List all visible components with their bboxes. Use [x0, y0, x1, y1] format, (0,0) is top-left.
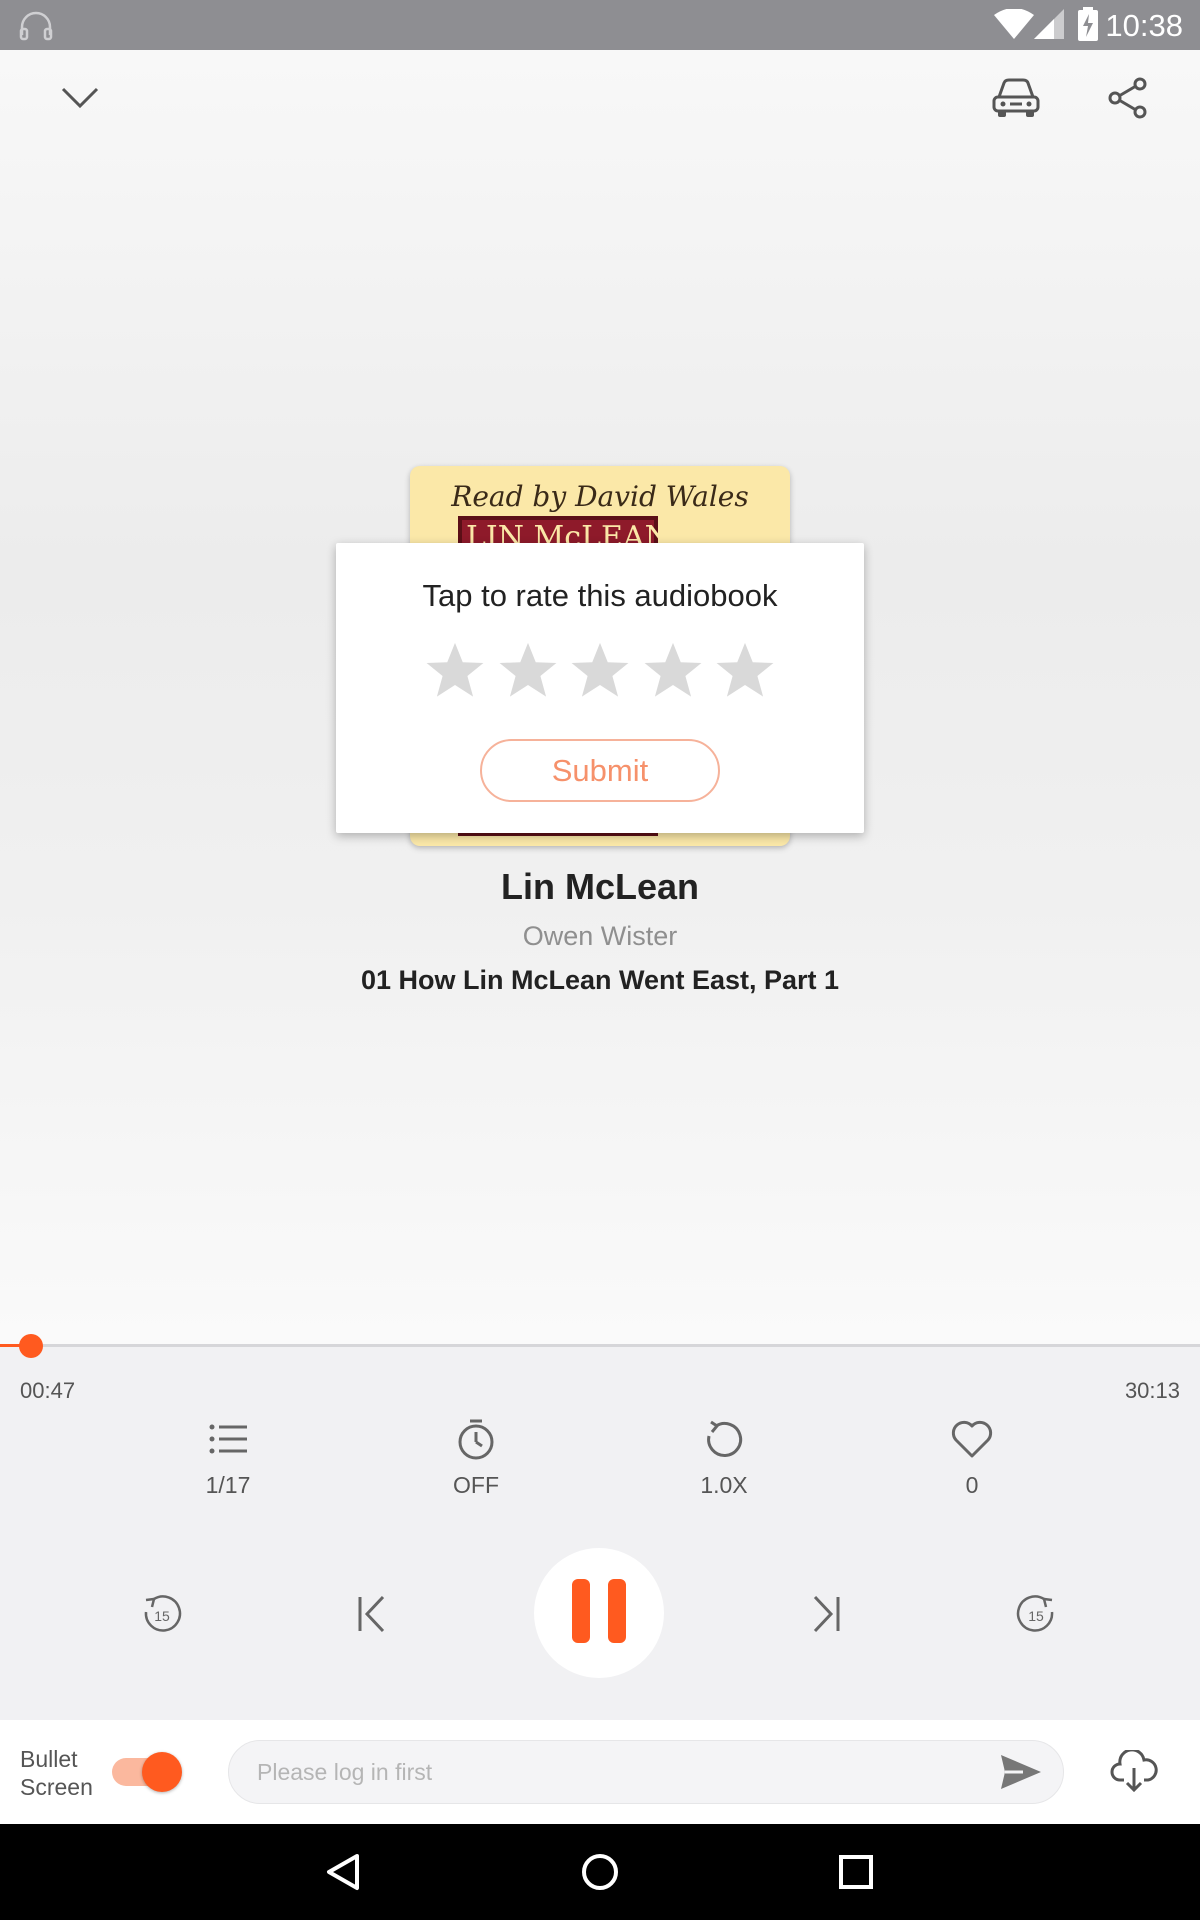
star-icon[interactable]: [569, 639, 631, 701]
rewind-15-label: 15: [154, 1608, 170, 1624]
headphones-icon: [18, 9, 54, 48]
cell-signal-icon: [1034, 9, 1064, 44]
timer-icon: [396, 1418, 556, 1460]
chapter-title: 01 How Lin McLean Went East, Part 1: [360, 965, 840, 995]
current-time: 00:47: [20, 1378, 76, 1403]
skip-next-icon[interactable]: [796, 1584, 856, 1644]
forward-15-icon[interactable]: 15: [1006, 1584, 1066, 1644]
share-icon[interactable]: [1098, 68, 1158, 128]
comment-input[interactable]: [228, 1740, 1064, 1804]
playlist-icon: [148, 1418, 308, 1460]
battery-charging-icon: [1078, 7, 1098, 46]
recents-icon[interactable]: [836, 1852, 876, 1897]
submit-button[interactable]: Submit: [480, 739, 720, 802]
skip-previous-icon[interactable]: [342, 1584, 402, 1644]
wifi-icon: [994, 8, 1034, 44]
bullet-screen-label-line1: Bullet: [20, 1746, 78, 1772]
star-icon[interactable]: [497, 639, 559, 701]
book-author: Owen Wister: [522, 921, 678, 951]
favorite-count: 0: [965, 1472, 979, 1498]
speed-icon: [644, 1418, 804, 1460]
timer-button[interactable]: OFF: [396, 1418, 556, 1518]
progress-thumb[interactable]: [19, 1334, 44, 1358]
rewind-15-icon[interactable]: 15: [132, 1584, 192, 1644]
pause-button[interactable]: [534, 1548, 664, 1678]
cover-read-by-text: Read by David Wales: [451, 480, 749, 513]
star-icon[interactable]: [642, 639, 704, 701]
playlist-button[interactable]: 1/17: [148, 1418, 308, 1518]
status-time: 10:38: [1105, 8, 1183, 43]
speed-label: 1.0X: [700, 1472, 748, 1498]
chevron-down-icon[interactable]: [50, 68, 110, 128]
bullet-screen-label: Bullet Screen: [20, 1745, 93, 1801]
home-icon[interactable]: [580, 1852, 620, 1897]
send-icon[interactable]: [994, 1746, 1048, 1798]
progress-track[interactable]: [0, 1344, 1200, 1347]
timer-label: OFF: [453, 1472, 499, 1498]
car-icon[interactable]: [984, 68, 1048, 128]
heart-icon: [892, 1418, 1052, 1460]
navigation-bar: [0, 1824, 1200, 1920]
playlist-label: 1/17: [205, 1472, 251, 1498]
star-icon[interactable]: [424, 639, 486, 701]
rating-dialog: Tap to rate this audiobook Submit: [336, 543, 864, 833]
rating-stars: [424, 639, 776, 709]
favorite-button[interactable]: 0: [892, 1418, 1052, 1518]
toggle-knob: [142, 1752, 182, 1792]
pause-icon: [572, 1578, 626, 1648]
speed-button[interactable]: 1.0X: [644, 1418, 804, 1518]
star-icon[interactable]: [714, 639, 776, 701]
forward-15-label: 15: [1028, 1608, 1044, 1624]
download-icon[interactable]: [1104, 1744, 1164, 1800]
rating-title: Tap to rate this audiobook: [422, 578, 778, 613]
status-bar: 10:38: [0, 0, 1200, 50]
book-title: Lin McLean: [500, 866, 700, 907]
total-time: 30:13: [1124, 1378, 1180, 1403]
bullet-screen-toggle[interactable]: [110, 1750, 182, 1792]
back-icon[interactable]: [323, 1852, 363, 1897]
bullet-screen-label-line2: Screen: [20, 1774, 93, 1800]
